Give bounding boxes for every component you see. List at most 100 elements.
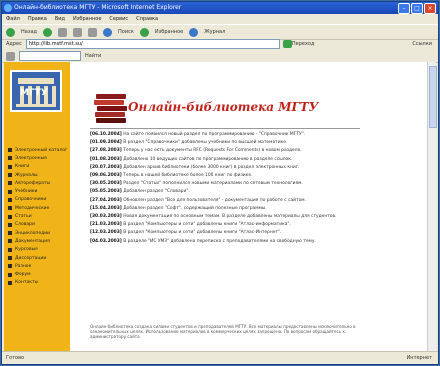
nav-item[interactable]: Учебники: [8, 187, 68, 195]
nav-label[interactable]: Энциклопедии: [15, 231, 50, 236]
bullet-icon: [8, 164, 12, 169]
nav-label[interactable]: Документация: [15, 239, 50, 244]
news-item: [15.04.2003] Добавлен раздел "Софт", сод…: [90, 206, 358, 211]
bullet-icon: [8, 264, 12, 269]
maximize-button[interactable]: □: [411, 3, 423, 14]
nav-item[interactable]: Диссертации: [8, 254, 68, 262]
news-date: [30.03.2003]: [90, 214, 122, 220]
menu-tools[interactable]: Сервис: [109, 14, 128, 24]
sidebar: МГТУ Электронный каталог Электронные Кни…: [4, 62, 70, 352]
nav-item[interactable]: Курсовые: [8, 246, 68, 254]
news-date: [01.09.2004]: [90, 140, 122, 146]
nav-label[interactable]: Диссертации: [15, 256, 46, 261]
news-item: [21.03.2003] В раздел "Компьютеры и сети…: [90, 222, 358, 227]
news-item: [01.08.2003] Добавлено 10 ведущих сайтов…: [90, 157, 358, 162]
bullet-icon: [8, 231, 12, 236]
go-label[interactable]: Переход: [292, 41, 315, 47]
nav-label[interactable]: Словари: [15, 222, 35, 227]
news-text: Новая документация по основным темам. В …: [123, 214, 337, 220]
nav-item[interactable]: Контакты: [8, 279, 68, 287]
menu-edit[interactable]: Правка: [28, 14, 47, 24]
news-item: [05.05.2003] Добавлен раздел "Словари".: [90, 189, 358, 194]
nav-label[interactable]: Статьи: [15, 214, 32, 219]
footer-text: Онлайн-библиотека создана силами студент…: [90, 324, 356, 339]
refresh-icon[interactable]: [73, 27, 83, 37]
go-icon[interactable]: [282, 40, 292, 48]
news-date: [21.03.2003]: [90, 222, 122, 228]
nav-item[interactable]: Электронный каталог: [8, 146, 68, 154]
bullet-icon: [8, 206, 12, 211]
news-text: Теперь у нас есть документы RFC (Request…: [123, 148, 302, 154]
nav-item[interactable]: Документация: [8, 237, 68, 245]
nav-item[interactable]: Форум: [8, 270, 68, 278]
nav-label[interactable]: Контакты: [15, 280, 38, 285]
nav-item[interactable]: Журналы: [8, 171, 68, 179]
news-text: Обновлен раздел "Все для пользователя" -…: [123, 197, 306, 203]
nav-label[interactable]: Электронные: [15, 156, 47, 161]
nav-label[interactable]: Журналы: [15, 173, 38, 178]
search-icon[interactable]: [103, 27, 113, 37]
menu-view[interactable]: Вид: [55, 14, 65, 24]
news-text: Добавлен раздел "Софт", содержащий полез…: [123, 205, 267, 211]
nav-label[interactable]: Курсовые: [15, 247, 38, 252]
toolbar-search-input[interactable]: [19, 51, 81, 61]
nav-label[interactable]: Методические: [15, 206, 49, 211]
close-button[interactable]: ×: [424, 3, 436, 14]
menu-help[interactable]: Справка: [136, 14, 158, 24]
nav-label[interactable]: Форум: [15, 272, 31, 277]
links-label[interactable]: Ссылки: [412, 41, 432, 47]
news-text: Добавлен архив библиотеки (более 3000 кн…: [123, 164, 300, 170]
history-icon[interactable]: [189, 27, 199, 37]
nav-label[interactable]: Разное: [15, 264, 31, 269]
search-label[interactable]: Поиск: [118, 29, 134, 35]
favorites-label[interactable]: Избранное: [155, 29, 183, 35]
nav-item[interactable]: Книги: [8, 163, 68, 171]
news-date: [09.06.2003]: [90, 173, 122, 179]
scroll-thumb[interactable]: [429, 66, 437, 128]
status-text: Готово: [6, 355, 25, 361]
nav-item[interactable]: Статьи: [8, 212, 68, 220]
history-label[interactable]: Журнал: [204, 29, 225, 35]
nav-item[interactable]: Словари: [8, 221, 68, 229]
nav-label[interactable]: Книги: [15, 164, 29, 169]
nav-item[interactable]: Разное: [8, 262, 68, 270]
menu-favorites[interactable]: Избранное: [73, 14, 101, 24]
vertical-scrollbar[interactable]: [427, 62, 437, 352]
news-list: [06.10.2004] На сайте появился новый раз…: [90, 132, 358, 247]
news-text: В разделе "ИС УМЗ" добавлена переписка с…: [123, 238, 316, 244]
nav-label[interactable]: Авторефераты: [15, 181, 50, 186]
google-icon[interactable]: [6, 51, 15, 61]
back-icon[interactable]: [6, 27, 15, 37]
news-item: [30.05.2003] Раздел "Статьи" пополнился …: [90, 181, 358, 186]
news-date: [04.03.2003]: [90, 238, 122, 244]
nav-item[interactable]: Электронные: [8, 154, 68, 162]
nav-item[interactable]: Справочники: [8, 196, 68, 204]
bullet-icon: [8, 173, 12, 178]
stop-icon[interactable]: [58, 27, 68, 37]
home-icon[interactable]: [88, 27, 98, 37]
menu-file[interactable]: Файл: [6, 14, 20, 24]
toolbar-search-label[interactable]: Найти: [85, 53, 101, 59]
nav-label[interactable]: Справочники: [15, 197, 46, 202]
news-date: [05.05.2003]: [90, 189, 122, 195]
nav-label[interactable]: Электронный каталог: [15, 148, 67, 153]
forward-icon[interactable]: [43, 27, 53, 37]
news-text: Добавлен раздел "Словари".: [123, 189, 190, 195]
back-label[interactable]: Назад: [21, 29, 37, 35]
news-date: [06.10.2004]: [90, 132, 122, 137]
ie-icon: [4, 4, 12, 12]
nav-item[interactable]: Авторефераты: [8, 179, 68, 187]
nav-item[interactable]: Энциклопедии: [8, 229, 68, 237]
library-logo[interactable]: МГТУ: [10, 70, 62, 112]
nav-item[interactable]: Методические: [8, 204, 68, 212]
bullet-icon: [8, 256, 12, 260]
news-item: [06.10.2004] На сайте появился новый раз…: [90, 132, 358, 137]
news-item: [20.07.2003] Добавлен архив библиотеки (…: [90, 165, 358, 170]
nav-label[interactable]: Учебники: [15, 189, 37, 194]
bullet-icon: [8, 214, 12, 219]
address-input[interactable]: http://lib.mstf.mst.su/: [25, 39, 280, 49]
favorites-icon[interactable]: [139, 27, 149, 37]
menu-bar: Файл Правка Вид Избранное Сервис Справка: [2, 14, 438, 24]
minimize-button[interactable]: –: [398, 3, 410, 14]
news-date: [27.04.2003]: [90, 197, 122, 203]
